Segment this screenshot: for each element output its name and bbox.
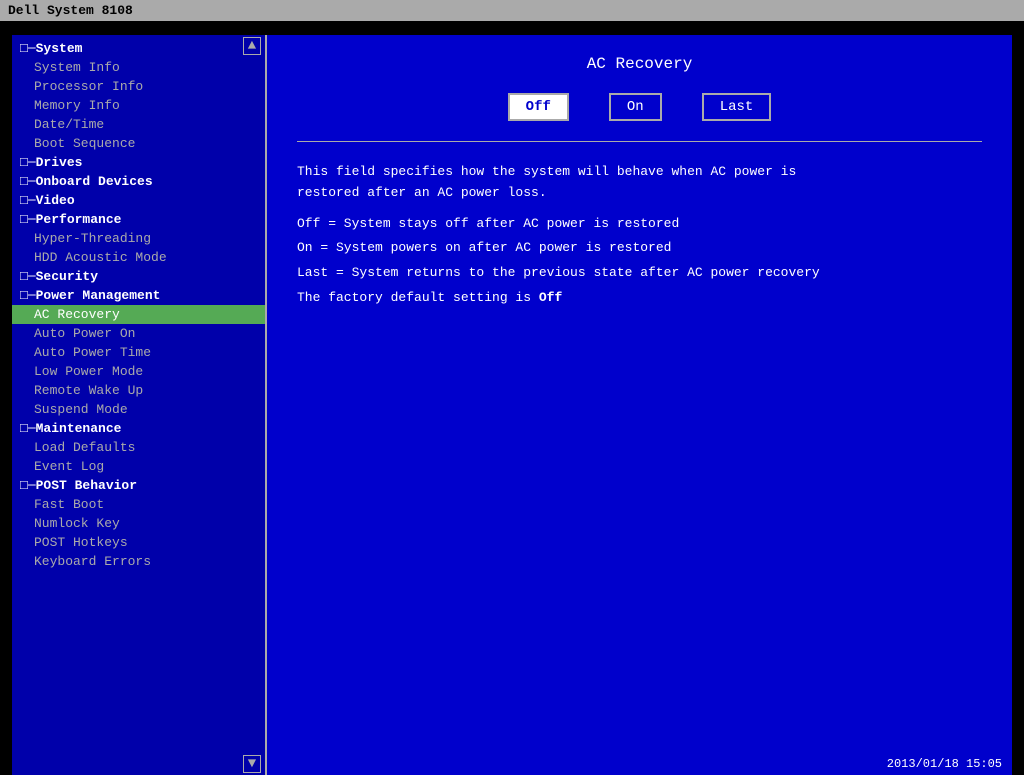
section-prefix-icon: □─: [20, 193, 36, 208]
section-label: Onboard Devices: [36, 174, 153, 189]
sidebar-item-video[interactable]: □─Video: [12, 191, 265, 210]
section-label: Drives: [36, 155, 83, 170]
sidebar-item-post-behavior[interactable]: □─POST Behavior: [12, 476, 265, 495]
sidebar-item-load-defaults[interactable]: Load Defaults: [12, 438, 265, 457]
sidebar-item-memory-info[interactable]: Memory Info: [12, 96, 265, 115]
sidebar-item-hdd-acoustic[interactable]: HDD Acoustic Mode: [12, 248, 265, 267]
section-label: Security: [36, 269, 98, 284]
right-panel: AC Recovery Off On Last This field specifi…: [267, 35, 1012, 775]
desc-last: Last = System returns to the previous st…: [297, 263, 982, 284]
scroll-up-arrow[interactable]: ▲: [243, 37, 261, 55]
section-prefix-icon: □─: [20, 288, 36, 303]
sidebar-item-numlock-key[interactable]: Numlock Key: [12, 514, 265, 533]
sidebar-item-hyper-threading[interactable]: Hyper-Threading: [12, 229, 265, 248]
section-prefix-icon: □─: [20, 41, 36, 56]
section-label: Power Management: [36, 288, 161, 303]
bios-title: Dell System 8108: [0, 0, 1024, 21]
divider: [297, 141, 982, 142]
section-prefix-icon: □─: [20, 212, 36, 227]
panel-title: AC Recovery: [297, 55, 982, 73]
sidebar: ▲ □─SystemSystem InfoProcessor InfoMemor…: [12, 35, 267, 775]
option-off[interactable]: Off: [508, 93, 569, 121]
sidebar-item-security[interactable]: □─Security: [12, 267, 265, 286]
desc-on: On = System powers on after AC power is …: [297, 238, 982, 259]
sidebar-list: □─SystemSystem InfoProcessor InfoMemory …: [12, 35, 267, 575]
sidebar-item-onboard-devices[interactable]: □─Onboard Devices: [12, 172, 265, 191]
sidebar-item-processor-info[interactable]: Processor Info: [12, 77, 265, 96]
timestamp: 2013/01/18 15:05: [887, 757, 1002, 771]
sidebar-item-fast-boot[interactable]: Fast Boot: [12, 495, 265, 514]
sidebar-item-remote-wake-up[interactable]: Remote Wake Up: [12, 381, 265, 400]
sidebar-item-event-log[interactable]: Event Log: [12, 457, 265, 476]
sidebar-item-low-power-mode[interactable]: Low Power Mode: [12, 362, 265, 381]
section-label: POST Behavior: [36, 478, 137, 493]
sidebar-item-post-hotkeys[interactable]: POST Hotkeys: [12, 533, 265, 552]
section-label: Video: [36, 193, 75, 208]
option-row: Off On Last: [297, 93, 982, 121]
sidebar-item-power-management[interactable]: □─Power Management: [12, 286, 265, 305]
desc-off: Off = System stays off after AC power is…: [297, 214, 982, 235]
section-label: Maintenance: [36, 421, 122, 436]
section-label: System: [36, 41, 83, 56]
option-on[interactable]: On: [609, 93, 662, 121]
sidebar-item-system-info[interactable]: System Info: [12, 58, 265, 77]
section-prefix-icon: □─: [20, 478, 36, 493]
sidebar-item-system[interactable]: □─System: [12, 39, 265, 58]
sidebar-item-boot-sequence[interactable]: Boot Sequence: [12, 134, 265, 153]
section-label: Performance: [36, 212, 122, 227]
main-content: ▲ □─SystemSystem InfoProcessor InfoMemor…: [12, 35, 1012, 775]
sidebar-item-maintenance[interactable]: □─Maintenance: [12, 419, 265, 438]
sidebar-item-ac-recovery[interactable]: AC Recovery: [12, 305, 265, 324]
sidebar-item-keyboard-errors[interactable]: Keyboard Errors: [12, 552, 265, 571]
section-prefix-icon: □─: [20, 155, 36, 170]
sidebar-item-suspend-mode[interactable]: Suspend Mode: [12, 400, 265, 419]
sidebar-item-auto-power-time[interactable]: Auto Power Time: [12, 343, 265, 362]
desc-factory: The factory default setting is Off: [297, 288, 982, 309]
section-prefix-icon: □─: [20, 421, 36, 436]
sidebar-item-performance[interactable]: □─Performance: [12, 210, 265, 229]
sidebar-item-date-time[interactable]: Date/Time: [12, 115, 265, 134]
section-prefix-icon: □─: [20, 174, 36, 189]
sidebar-item-auto-power-on[interactable]: Auto Power On: [12, 324, 265, 343]
scroll-down-arrow[interactable]: ▼: [243, 755, 261, 773]
sidebar-item-drives[interactable]: □─Drives: [12, 153, 265, 172]
bios-screen: ▲ □─SystemSystem InfoProcessor InfoMemor…: [12, 35, 1012, 775]
section-prefix-icon: □─: [20, 269, 36, 284]
desc-line1: This field specifies how the system will…: [297, 162, 982, 204]
description: This field specifies how the system will…: [297, 162, 982, 309]
option-last[interactable]: Last: [702, 93, 772, 121]
